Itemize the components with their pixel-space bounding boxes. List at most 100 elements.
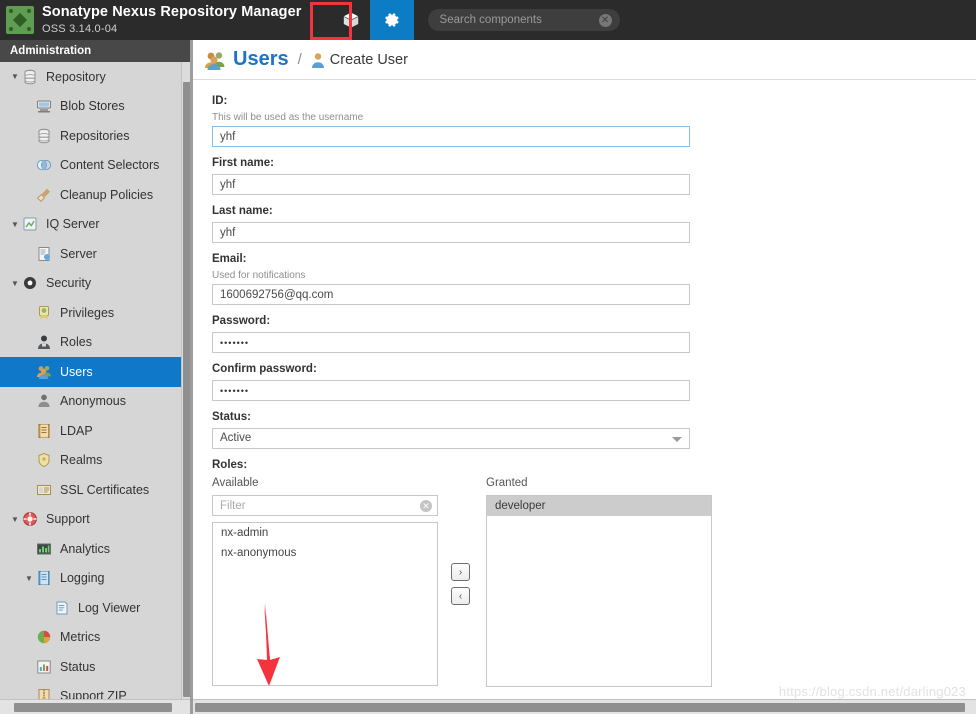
roles-icon [36,334,55,350]
privileges-icon [36,305,55,321]
granted-roles-list[interactable]: developer [486,495,712,687]
log-viewer-icon [54,600,73,616]
sidebar-item-server[interactable]: Server [0,239,182,269]
status-select[interactable]: Active [212,428,690,449]
header-tabs [332,0,414,46]
main-panel: Users / Create User ID: This will be use… [193,40,976,714]
sidebar-item-label: Roles [60,335,92,350]
sidebar-item-ldap[interactable]: LDAP [0,416,182,446]
available-roles-list[interactable]: nx-admin nx-anonymous [212,522,438,686]
remove-role-button[interactable]: ‹ [451,587,470,605]
clear-circle-icon[interactable]: ✕ [598,13,612,27]
field-confirm-password: Confirm password: [212,363,976,401]
sidebar-item-label: IQ Server [46,217,100,232]
field-password: Password: [212,315,976,353]
sidebar-item-cleanup-policies[interactable]: Cleanup Policies [0,180,182,210]
sidebar-item-support[interactable]: ▼ Support [0,505,182,535]
id-label: ID: [212,95,228,107]
sidebar-item-label: Repository [46,69,106,84]
tab-browse[interactable] [332,0,370,40]
sidebar-item-label: Log Viewer [78,600,141,615]
list-item[interactable]: nx-anonymous [213,543,437,563]
available-label: Available [212,477,259,489]
sidebar-item-status[interactable]: Status [0,652,182,682]
confirm-password-label: Confirm password: [212,363,317,375]
sidebar-item-label: Status [60,659,96,674]
sidebar-nav: ▼ Repository Blob Stores Repositories Conten… [0,62,182,699]
sidebar-item-roles[interactable]: Roles [0,328,182,358]
search-placeholder: Search components [439,14,542,26]
chevron-down-icon[interactable]: ▼ [8,279,22,288]
chevron-down-icon[interactable]: ▼ [8,72,22,81]
chevron-down-icon[interactable]: ▼ [8,515,22,524]
sidebar-item-content-selectors[interactable]: Content Selectors [0,151,182,181]
sidebar-item-support-zip[interactable]: Support ZIP [0,682,182,699]
gear-icon [384,13,399,27]
list-item[interactable]: nx-admin [213,523,437,543]
last-name-input[interactable] [212,222,690,243]
status-bar-icon [36,659,55,675]
sidebar-item-security[interactable]: ▼ Security [0,269,182,299]
app-root: Sonatype Nexus Repository Manager OSS 3.… [0,0,976,714]
last-name-label: Last name: [212,205,273,217]
sidebar-item-iq-server[interactable]: ▼ IQ Server [0,210,182,240]
search-input[interactable]: Search components ✕ [427,9,620,31]
sidebar-item-users[interactable]: Users [0,357,182,387]
app-title: Sonatype Nexus Repository Manager [42,4,302,21]
sidebar-item-analytics[interactable]: Analytics [0,534,182,564]
metrics-pie-icon [36,629,55,645]
chevron-down-icon[interactable]: ▼ [8,220,22,229]
scrollbar-thumb[interactable] [14,703,172,712]
roles-filter[interactable]: Filter ✕ [212,495,438,516]
sidebar-title: Administration [0,40,190,62]
sidebar-item-label: Support [46,512,90,527]
breadcrumb-root-link[interactable]: Users [233,48,289,71]
app-header: Sonatype Nexus Repository Manager OSS 3.… [0,0,976,46]
sidebar-item-label: Metrics [60,630,101,645]
sidebar-item-metrics[interactable]: Metrics [0,623,182,653]
users-icon [36,364,55,380]
app-version: OSS 3.14.0-04 [42,23,118,36]
id-hint: This will be used as the username [212,112,364,123]
first-name-input[interactable] [212,174,690,195]
sidebar-item-label: Support ZIP [60,689,127,699]
broom-icon [36,187,55,203]
blob-store-icon [36,98,55,114]
field-email: Email: Used for notifications [212,253,976,305]
scrollbar-thumb[interactable] [195,703,965,712]
breadcrumb-current: Create User [329,51,408,68]
certificate-icon [36,482,55,498]
email-hint: Used for notifications [212,270,306,281]
sidebar-item-label: Users [60,364,93,379]
list-item[interactable]: developer [487,496,711,516]
roles-filter-placeholder: Filter [220,499,246,512]
available-column: Available Filter ✕ nx-admin nx-anonymous [212,477,438,686]
confirm-password-input[interactable] [212,380,690,401]
id-input[interactable] [212,126,690,147]
sidebar-item-ssl-certificates[interactable]: SSL Certificates [0,475,182,505]
tab-administration[interactable] [369,0,414,46]
granted-label: Granted [486,477,528,489]
sidebar-item-log-viewer[interactable]: Log Viewer [0,593,182,623]
clear-circle-icon[interactable]: ✕ [420,499,432,512]
sidebar-horizontal-scrollbar[interactable] [0,699,190,714]
sidebar-item-label: Repositories [60,128,130,143]
transfer-buttons: › ‹ [451,563,470,605]
sidebar-item-anonymous[interactable]: Anonymous [0,387,182,417]
sidebar-item-privileges[interactable]: Privileges [0,298,182,328]
email-input[interactable] [212,284,690,305]
chevron-down-icon [672,437,682,442]
support-zip-icon [36,688,55,699]
sidebar-item-logging[interactable]: ▼ Logging [0,564,182,594]
sidebar-item-repositories[interactable]: Repositories [0,121,182,151]
granted-column: Granted developer [486,477,712,687]
sidebar-item-label: Logging [60,571,105,586]
password-input[interactable] [212,332,690,353]
sidebar-item-label: Security [46,276,92,291]
main-horizontal-scrollbar[interactable] [193,699,976,714]
sidebar-item-blob-stores[interactable]: Blob Stores [0,92,182,122]
chevron-down-icon[interactable]: ▼ [22,574,36,583]
sidebar-item-repository[interactable]: ▼ Repository [0,62,182,92]
add-role-button[interactable]: › [451,563,470,581]
sidebar-item-realms[interactable]: Realms [0,446,182,476]
